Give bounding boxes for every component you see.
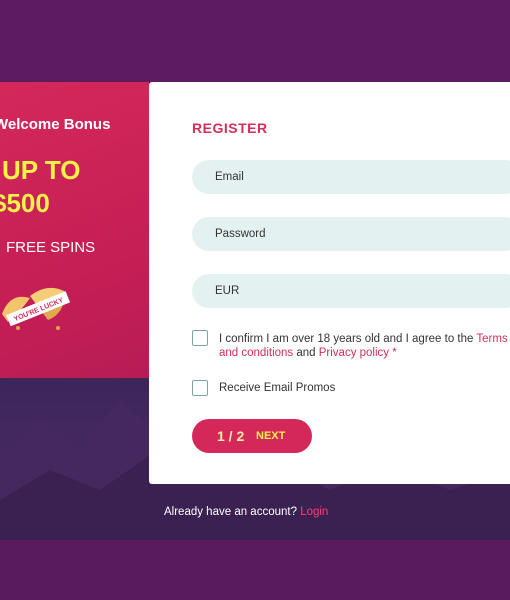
bottom-band — [0, 540, 510, 600]
password-field[interactable] — [192, 217, 510, 251]
email-field[interactable] — [192, 160, 510, 194]
email-promos-label: Receive Email Promos — [219, 382, 336, 394]
age-terms-checkbox[interactable] — [192, 330, 208, 346]
login-prompt: Already have an account? Login — [164, 506, 328, 518]
next-label: NEXT — [256, 430, 286, 442]
top-band — [0, 0, 510, 82]
fortune-cookie-image: YOU'RE LUCKY — [2, 287, 71, 330]
currency-field[interactable] — [192, 274, 510, 308]
bonus-up-to: UP TO — [2, 155, 81, 185]
step-indicator: 1 / 2 — [217, 428, 245, 444]
account-text: Already have an account? — [164, 506, 297, 518]
email-promos-checkbox[interactable] — [192, 380, 208, 396]
welcome-bonus-panel: Welcome Bonus UP TO $500 FREE SPINS YOU'… — [0, 82, 149, 378]
privacy-policy-link[interactable]: Privacy policy — [319, 347, 389, 359]
free-spins-label: FREE SPINS — [6, 239, 96, 256]
bonus-amount: $500 — [0, 188, 50, 218]
login-link[interactable]: Login — [300, 506, 328, 518]
and-text: and — [293, 347, 319, 359]
consent-text: I confirm I am over 18 years old and I a… — [219, 333, 477, 345]
bonus-label: Welcome Bonus — [0, 116, 111, 133]
registration-form: REGISTER I confirm I am over 18 years ol… — [149, 82, 510, 484]
required-mark: * — [389, 347, 397, 359]
next-button[interactable]: 1 / 2 NEXT — [192, 419, 312, 453]
age-terms-consent: I confirm I am over 18 years old and I a… — [219, 332, 510, 360]
register-title: REGISTER — [192, 120, 268, 136]
